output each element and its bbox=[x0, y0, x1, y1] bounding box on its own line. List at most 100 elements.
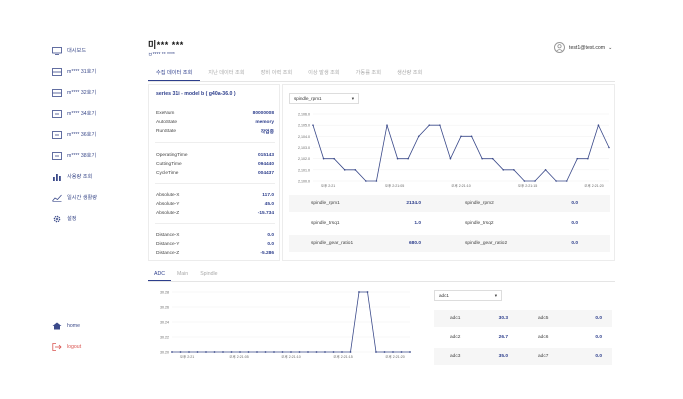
data-point bbox=[513, 169, 515, 171]
tab-utilization[interactable]: 가동률 조회 bbox=[348, 66, 389, 81]
spindle-label: spindle_rpm2 bbox=[465, 201, 494, 206]
data-point bbox=[349, 351, 352, 353]
data-point bbox=[312, 124, 314, 126]
logout-icon bbox=[52, 342, 62, 351]
chevron-down-icon: ▾ bbox=[351, 95, 354, 101]
info-value: 094440 bbox=[257, 162, 274, 167]
user-menu[interactable]: test1@test.com ⌄ bbox=[554, 42, 612, 53]
machine-icon bbox=[52, 67, 62, 76]
spindle-table-row: spindle_trsq1 1.0 spindle_trsq2 0.0 bbox=[289, 215, 610, 232]
spindle-select-value: spindle_rpm1 bbox=[294, 96, 322, 101]
sidebar-item-usage[interactable]: 사용량 조회 bbox=[52, 166, 132, 187]
info-value: -5.286 bbox=[260, 251, 274, 256]
sidebar: 대시보드 m**** 31호기 m**** 32호기 m**** 34호기 m*… bbox=[52, 40, 132, 360]
tab-main[interactable]: Main bbox=[171, 268, 194, 281]
gear-icon bbox=[52, 215, 62, 223]
y-tick-label: 2,103.0 bbox=[298, 146, 310, 150]
sidebar-item-dashboard[interactable]: 대시보드 bbox=[52, 40, 132, 61]
tab-anomaly[interactable]: 이상 발생 조회 bbox=[300, 66, 348, 81]
adc-value: 35.0 bbox=[498, 354, 508, 359]
tab-adc[interactable]: ADC bbox=[148, 268, 171, 281]
sidebar-item-machine-34[interactable]: m**** 34호기 bbox=[52, 103, 132, 124]
data-point bbox=[587, 157, 589, 160]
data-point bbox=[608, 146, 610, 149]
divider bbox=[155, 183, 275, 184]
sidebar-item-machine-36[interactable]: m**** 36호기 bbox=[52, 124, 132, 145]
home-label: home bbox=[67, 322, 80, 329]
data-point bbox=[555, 180, 557, 182]
sensor-tabs: ADC Main Spindle bbox=[148, 268, 615, 282]
adc-label: adc1 bbox=[450, 316, 461, 321]
spindle-table-row: spindle_gear_ratio1 680.0 spindle_gear_r… bbox=[289, 235, 610, 252]
avatar-icon bbox=[554, 42, 565, 53]
spindle-select[interactable]: spindle_rpm1 ▾ bbox=[289, 93, 359, 104]
data-point bbox=[428, 124, 431, 126]
y-tick-label: 30.26 bbox=[160, 306, 169, 310]
sidebar-item-label: 사용량 조회 bbox=[67, 174, 93, 180]
tab-past-data[interactable]: 지난 데이터 조회 bbox=[200, 66, 252, 81]
spindle-label: spindle_trsq2 bbox=[465, 221, 494, 226]
info-row: Distance-X 0.0 bbox=[156, 231, 274, 240]
info-value: memory bbox=[255, 120, 274, 125]
sidebar-item-machine-32[interactable]: m**** 32호기 bbox=[52, 82, 132, 103]
sidebar-item-label: 대시보드 bbox=[67, 48, 87, 54]
info-key: OperatingTime bbox=[156, 153, 188, 158]
y-tick-label: 30.22 bbox=[160, 336, 169, 340]
adc-chart: 30.28 30.26 30.24 30.22 30.20 오후 2:21 오후 2:21:… bbox=[160, 291, 411, 359]
data-point bbox=[188, 351, 190, 353]
spindle-value: 680.0 bbox=[408, 241, 421, 246]
machine-icon bbox=[52, 109, 62, 118]
adc-select-value: adc1 bbox=[439, 293, 449, 298]
info-value: 0.0 bbox=[267, 242, 274, 247]
data-point bbox=[341, 351, 343, 353]
sidebar-item-production[interactable]: 일시간 생활량 bbox=[52, 187, 132, 208]
info-row: Absolute-Y 45.0 bbox=[156, 200, 274, 209]
sidebar-item-machine-38[interactable]: m**** 38호기 bbox=[52, 145, 132, 166]
adc-table-row: adc2 26.7 adc6 0.0 bbox=[434, 329, 612, 346]
y-tick-label: 2,100.0 bbox=[298, 180, 310, 184]
data-point bbox=[256, 351, 258, 353]
sidebar-item-label: 설정 bbox=[67, 216, 77, 222]
data-point bbox=[281, 351, 284, 353]
chevron-down-icon: ⌄ bbox=[608, 44, 613, 51]
info-value: -15.734 bbox=[257, 211, 274, 216]
data-point bbox=[366, 291, 369, 293]
data-point bbox=[439, 124, 441, 126]
info-row: Absolute-Z -15.734 bbox=[156, 209, 274, 218]
adc-panel: adc1 ▾ adc1 30.3 adc5 0.0 adc2 26.7 adc6… bbox=[430, 284, 615, 365]
home-link[interactable]: home bbox=[52, 315, 132, 336]
data-point bbox=[375, 351, 377, 353]
adc-select[interactable]: adc1 ▾ bbox=[434, 290, 502, 301]
logout-link[interactable]: logout bbox=[52, 336, 132, 357]
y-tick-label: 2,106.0 bbox=[298, 113, 310, 117]
bar-chart-icon bbox=[52, 173, 62, 181]
sidebar-item-machine-31[interactable]: m**** 31호기 bbox=[52, 61, 132, 82]
info-key: CycleTime bbox=[156, 171, 179, 176]
adc-label: adc5 bbox=[538, 316, 549, 321]
data-tabs: 수집 데이터 조회 지난 데이터 조회 장비 이력 조회 이상 발생 조회 가동… bbox=[148, 66, 615, 82]
tab-spindle[interactable]: Spindle bbox=[194, 268, 223, 281]
sidebar-item-label: m**** 31호기 bbox=[67, 69, 97, 75]
adc-table-row: adc1 30.3 adc5 0.0 bbox=[434, 310, 612, 327]
data-point bbox=[383, 351, 386, 353]
tab-production[interactable]: 생산량 조회 bbox=[389, 66, 430, 81]
series-line bbox=[312, 124, 610, 182]
y-tick-label: 2,101.0 bbox=[298, 168, 310, 172]
info-row: OperatingTime 015143 bbox=[156, 151, 274, 160]
adc-label: adc3 bbox=[450, 354, 461, 359]
sidebar-item-settings[interactable]: 설정 bbox=[52, 208, 132, 229]
data-point bbox=[470, 135, 473, 138]
info-value: 015143 bbox=[257, 153, 274, 158]
tab-equipment-history[interactable]: 장비 이력 조회 bbox=[253, 66, 301, 81]
x-tick-label: 오후 2:21:10 bbox=[281, 354, 301, 359]
machine-icon bbox=[52, 130, 62, 139]
info-value: 80000008 bbox=[252, 111, 274, 116]
spindle-panel: spindle_rpm1 ▾ 2,106.0 2,105.0 2,104.0 2,10… bbox=[282, 84, 615, 261]
data-point bbox=[307, 351, 309, 353]
info-value: 004437 bbox=[257, 171, 274, 176]
data-point bbox=[597, 124, 600, 126]
info-key: Absolute-Y bbox=[156, 202, 180, 207]
info-key: AutoState bbox=[156, 120, 178, 125]
tab-collected-data[interactable]: 수집 데이터 조회 bbox=[148, 66, 201, 81]
machine-info-panel: series 31i - model b ( g40a-36.0 ) ExeNu… bbox=[148, 84, 280, 261]
